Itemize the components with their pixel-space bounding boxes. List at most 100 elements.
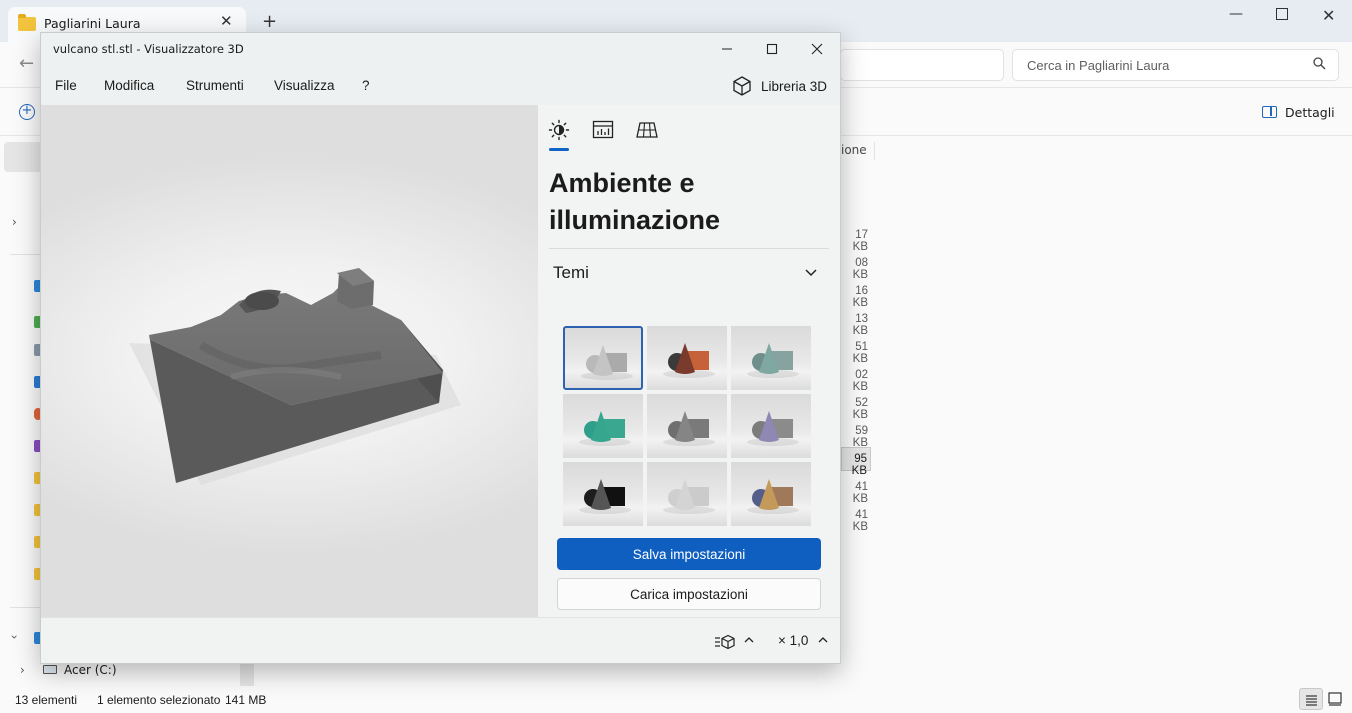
back-arrow-icon[interactable]: ←: [19, 53, 34, 74]
chevron-up-icon[interactable]: [743, 635, 755, 645]
status-size: 141 MB: [225, 693, 267, 707]
file-size-cell[interactable]: 13 KB: [841, 308, 871, 337]
explorer-search-box[interactable]: Cerca in Pagliarini Laura: [1012, 49, 1339, 81]
file-size-cell[interactable]: 51 KB: [841, 336, 871, 365]
chevron-right-icon[interactable]: ›: [20, 663, 25, 677]
theme-preview: [747, 411, 799, 446]
details-pane-button[interactable]: Dettagli: [1262, 105, 1335, 120]
tab-lighting[interactable]: [547, 119, 571, 141]
details-label: Dettagli: [1285, 105, 1335, 120]
menu-help[interactable]: ?: [362, 78, 370, 93]
render-mode-icon[interactable]: [714, 634, 736, 650]
address-bar[interactable]: [840, 49, 1004, 81]
chevron-down-icon[interactable]: ›: [7, 635, 21, 640]
explorer-maximize-icon[interactable]: [1276, 8, 1288, 24]
theme-thumbnail[interactable]: [731, 326, 811, 390]
theme-thumbnail[interactable]: [563, 394, 643, 458]
explorer-status-bar: 13 elementi 1 elemento selezionato 141 M…: [0, 686, 1352, 713]
cube-icon: [733, 76, 751, 96]
theme-preview: [663, 343, 715, 378]
file-size-cell[interactable]: 41 KB: [841, 476, 871, 505]
theme-grid: [563, 326, 811, 526]
file-size-cell[interactable]: 17 KB: [841, 224, 871, 253]
search-icon: [1313, 57, 1326, 70]
minimize-icon: [722, 48, 732, 50]
3d-viewer-window: vulcano stl.stl - Visualizzatore 3D File…: [40, 32, 841, 664]
new-item-icon[interactable]: +: [19, 104, 35, 120]
viewer-maximize-button[interactable]: [749, 33, 795, 65]
theme-thumbnail[interactable]: [563, 326, 643, 390]
theme-preview: [747, 479, 799, 514]
theme-thumbnail[interactable]: [647, 394, 727, 458]
load-settings-button[interactable]: Carica impostazioni: [557, 578, 821, 610]
theme-preview: [663, 411, 715, 446]
library-3d-label: Libreria 3D: [761, 78, 828, 94]
menu-visualizza[interactable]: Visualizza: [274, 78, 335, 93]
theme-thumbnail[interactable]: [647, 326, 727, 390]
chevron-right-icon[interactable]: ›: [12, 215, 17, 229]
theme-preview: [581, 345, 633, 380]
file-size-cell[interactable]: 41 KB: [841, 504, 871, 533]
save-settings-button[interactable]: Salva impostazioni: [557, 538, 821, 570]
chevron-down-icon[interactable]: [804, 268, 818, 278]
explorer-search-placeholder: Cerca in Pagliarini Laura: [1027, 58, 1170, 73]
theme-thumbnail[interactable]: [563, 462, 643, 526]
sidebar-divider: [10, 254, 42, 255]
panel-heading: Ambiente e illuminazione: [549, 168, 721, 235]
file-size-cell[interactable]: 16 KB: [841, 280, 871, 309]
explorer-minimize-icon[interactable]: —: [1229, 6, 1243, 22]
sidebar-drive-c[interactable]: Acer (C:): [64, 663, 117, 677]
sun-icon: [548, 119, 570, 141]
sidebar-home-selected[interactable]: [4, 142, 42, 172]
theme-preview: [663, 479, 715, 514]
file-size-cell[interactable]: 08 KB: [841, 252, 871, 281]
maximize-icon: [766, 43, 778, 55]
active-tab-indicator: [549, 148, 569, 151]
themes-section-label[interactable]: Temi: [553, 263, 589, 283]
menu-strumenti[interactable]: Strumenti: [186, 78, 244, 93]
viewer-close-button[interactable]: [794, 33, 840, 65]
close-icon: [811, 43, 823, 55]
explorer-tab-title: Pagliarini Laura: [44, 16, 141, 31]
tiles-view-icon: [1328, 692, 1342, 706]
sidebar-scrollbar[interactable]: [240, 664, 254, 686]
menu-modifica[interactable]: Modifica: [104, 78, 154, 93]
menu-file[interactable]: File: [55, 78, 77, 93]
zoom-level[interactable]: × 1,0: [778, 633, 808, 648]
viewer-title-bar[interactable]: vulcano stl.stl - Visualizzatore 3D: [41, 33, 840, 65]
new-tab-icon[interactable]: +: [262, 11, 277, 32]
status-selected: 1 elemento selezionato: [97, 693, 221, 707]
viewer-menu-bar: File Modifica Strumenti Visualizza ? Lib…: [41, 65, 840, 105]
tab-grid[interactable]: [635, 119, 659, 141]
viewer-status-bar: × 1,0: [41, 617, 840, 663]
tiles-view-button[interactable]: [1325, 688, 1349, 710]
column-header-partial[interactable]: ione: [841, 142, 875, 160]
drive-icon: [43, 665, 57, 674]
file-size-cell[interactable]: 52 KB: [841, 392, 871, 421]
explorer-close-icon[interactable]: ✕: [1322, 6, 1335, 25]
tab-statistics[interactable]: [591, 119, 615, 141]
3d-viewport[interactable]: [41, 105, 538, 617]
details-view-button[interactable]: [1299, 688, 1323, 710]
file-size-cell[interactable]: 02 KB: [841, 364, 871, 393]
panel-separator: [549, 248, 829, 249]
stats-icon: [592, 120, 614, 139]
chevron-up-icon[interactable]: [817, 635, 829, 645]
volcano-model[interactable]: [41, 105, 538, 617]
theme-thumbnail[interactable]: [731, 462, 811, 526]
close-tab-icon[interactable]: ✕: [220, 12, 233, 30]
environment-panel: Ambiente e illuminazione Temi Salva impo…: [538, 105, 840, 617]
theme-preview: [579, 411, 631, 446]
theme-thumbnail[interactable]: [731, 394, 811, 458]
file-size-cell[interactable]: 59 KB: [841, 420, 871, 449]
folder-icon: [18, 14, 36, 31]
viewer-minimize-button[interactable]: [704, 33, 750, 65]
list-view-icon: [1306, 695, 1317, 706]
theme-preview: [579, 479, 631, 514]
theme-thumbnail[interactable]: [647, 462, 727, 526]
viewer-window-title: vulcano stl.stl - Visualizzatore 3D: [53, 42, 244, 56]
library-3d-button[interactable]: Libreria 3D: [731, 74, 827, 98]
details-pane-icon: [1262, 106, 1277, 118]
grid-icon: [636, 122, 658, 138]
file-size-cell-selected[interactable]: 95 KB: [841, 447, 871, 477]
